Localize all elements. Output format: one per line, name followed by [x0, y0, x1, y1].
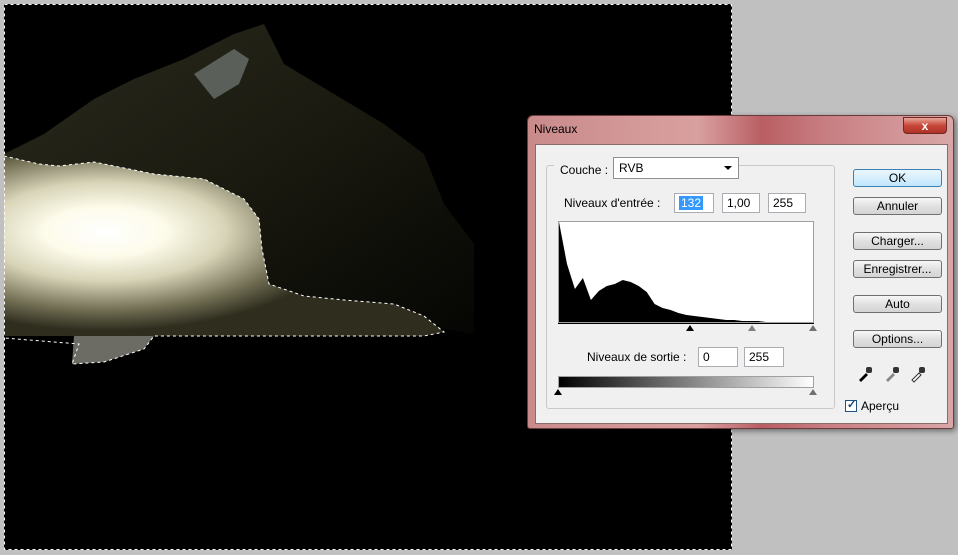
options-button[interactable]: Options... — [853, 330, 942, 348]
output-white-slider[interactable] — [809, 389, 817, 395]
cancel-button[interactable]: Annuler — [853, 197, 942, 215]
gamma-slider[interactable] — [748, 325, 756, 331]
levels-dialog[interactable]: Niveaux x Couche : RVB Niveaux d'entrée … — [527, 115, 954, 429]
dialog-client-area: Couche : RVB Niveaux d'entrée : 132 1,00… — [535, 144, 948, 424]
dialog-title: Niveaux — [534, 122, 578, 136]
white-point-slider[interactable] — [809, 325, 817, 331]
close-button[interactable]: x — [903, 117, 947, 134]
chevron-down-icon — [724, 166, 732, 170]
output-white-field[interactable]: 255 — [744, 347, 784, 367]
preview-label: Aperçu — [861, 399, 900, 413]
channel-select[interactable]: RVB — [613, 157, 739, 179]
input-slider[interactable] — [558, 323, 817, 336]
output-levels-label: Niveaux de sortie : — [587, 350, 687, 364]
input-levels-label: Niveaux d'entrée : — [564, 196, 661, 210]
input-gamma-field[interactable]: 1,00 — [722, 193, 760, 213]
black-eyedropper-icon[interactable] — [856, 365, 874, 383]
input-white-field[interactable]: 255 — [768, 193, 806, 213]
black-point-slider[interactable] — [686, 325, 694, 331]
output-black-field[interactable]: 0 — [698, 347, 738, 367]
gray-eyedropper-icon[interactable] — [883, 365, 901, 383]
input-black-value: 132 — [679, 196, 704, 210]
save-button[interactable]: Enregistrer... — [853, 260, 942, 278]
load-button[interactable]: Charger... — [853, 232, 942, 250]
white-eyedropper-icon[interactable] — [909, 365, 927, 383]
preview-checkbox[interactable]: ✓ — [845, 399, 857, 412]
auto-button[interactable]: Auto — [853, 295, 942, 313]
output-slider[interactable] — [554, 388, 817, 396]
output-gradient-bar — [558, 376, 814, 388]
channel-label: Couche : — [554, 163, 615, 177]
output-black-slider[interactable] — [554, 389, 562, 395]
checkmark-icon: ✓ — [847, 399, 857, 411]
ok-button[interactable]: OK — [853, 169, 942, 187]
input-black-field[interactable]: 132 — [674, 193, 714, 213]
histogram-chart — [558, 221, 814, 323]
channel-value: RVB — [619, 161, 644, 175]
close-icon: x — [921, 119, 929, 133]
